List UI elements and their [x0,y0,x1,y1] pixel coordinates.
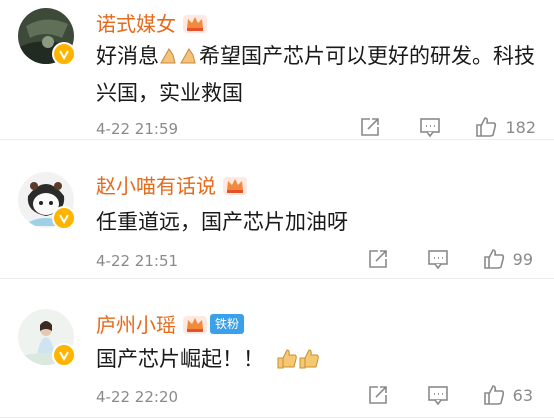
avatar[interactable] [18,8,76,66]
username-row: 诺式媒女 [96,8,208,37]
share-button[interactable] [367,384,389,406]
comment-text: 好消息 希望国产芯片可以更好的研发。科技兴国，实业救国 [96,44,535,105]
comment-actions: 99 [367,248,536,270]
avatar[interactable] [18,309,76,367]
comment-actions: 182 [359,116,536,138]
comment-icon [420,118,441,138]
comment-text: 任重道远，国产芯片加油呀 [96,210,348,234]
comment-icon [427,386,448,406]
avatar[interactable] [18,172,76,230]
pray-emoji [159,44,199,77]
share-icon [368,386,387,404]
comment-item: 庐州小瑶 铁粉 国产芯片崛起！！ 4-22 22:20 63 [0,279,554,418]
thumbs-up-emoji [276,346,322,380]
share-button[interactable] [359,116,381,138]
reply-button[interactable] [427,384,449,406]
comment-icon [427,250,448,270]
comment-item: 诺式媒女 好消息 希望国产芯片可以更好的研发。科技兴国，实业救国 4-22 21:… [0,0,554,140]
username-row: 赵小喵有话说 [96,170,248,199]
like-button[interactable]: 99 [483,248,533,270]
reply-button[interactable] [427,248,449,270]
verified-badge-icon [52,343,76,367]
comment-text: 国产芯片崛起！！ [96,343,536,380]
fan-badge: 铁粉 [210,313,245,334]
thumbs-up-icon [476,117,497,137]
username[interactable]: 庐州小瑶 [96,309,176,338]
share-icon [368,250,387,268]
comment-item: 赵小喵有话说 任重道远，国产芯片加油呀 4-22 21:51 99 [0,140,554,279]
reply-button[interactable] [419,116,441,138]
vip-crown-icon [183,315,207,334]
verified-badge-icon [52,42,76,66]
comment-timestamp: 4-22 21:51 [96,252,179,270]
thumbs-up-icon [483,249,504,269]
thumbs-up-icon [483,385,504,405]
comment-timestamp: 4-22 21:59 [96,120,179,138]
like-count: 63 [512,385,533,405]
like-count: 99 [512,249,533,269]
like-count: 182 [505,117,536,137]
username[interactable]: 诺式媒女 [96,8,176,37]
vip-crown-icon [223,176,247,195]
comment-actions: 63 [367,384,536,406]
username-row: 庐州小瑶 铁粉 [96,309,245,338]
like-button[interactable]: 182 [475,116,536,138]
share-button[interactable] [367,248,389,270]
share-icon [361,118,380,136]
verified-badge-icon [52,206,76,230]
comment-timestamp: 4-22 22:20 [96,388,179,406]
vip-crown-icon [183,14,207,33]
username[interactable]: 赵小喵有话说 [96,170,216,199]
like-button[interactable]: 63 [483,384,533,406]
